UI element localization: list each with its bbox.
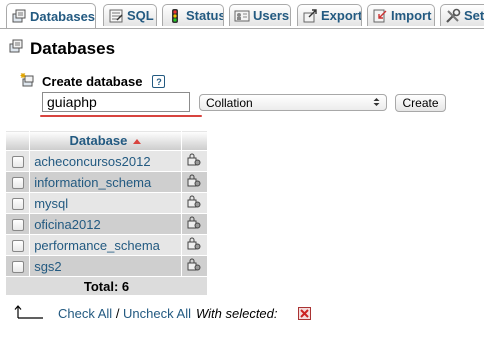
- database-name-link[interactable]: mysql: [29, 192, 182, 214]
- tab-settings-label: Set: [464, 8, 484, 23]
- select-arrows-icon: [373, 96, 380, 110]
- tab-import-label: Import: [391, 8, 432, 23]
- total-count: Total: 6: [5, 276, 208, 296]
- tab-bar-divider: [0, 28, 484, 29]
- table-header-row: Database: [4, 130, 209, 151]
- tab-export[interactable]: Export: [297, 4, 362, 26]
- database-name-link[interactable]: acheconcursos2012: [29, 150, 182, 172]
- tab-databases[interactable]: Databases: [6, 3, 96, 28]
- check-privileges-icon[interactable]: [187, 174, 201, 191]
- create-database-heading: Create database ?: [20, 72, 166, 91]
- databases-icon: [8, 38, 24, 59]
- check-all-link[interactable]: Check All: [58, 306, 112, 321]
- settings-icon: [445, 8, 461, 24]
- row-checkbox[interactable]: [11, 198, 24, 211]
- check-privileges-icon[interactable]: [187, 216, 201, 233]
- page-title-text: Databases: [30, 38, 116, 58]
- database-name-link[interactable]: performance_schema: [29, 234, 182, 256]
- create-database-label: Create database: [42, 74, 143, 89]
- check-privileges-icon[interactable]: [187, 153, 201, 170]
- row-checkbox[interactable]: [11, 219, 24, 232]
- row-checkbox[interactable]: [11, 240, 24, 253]
- databases-table: Database acheconcursos2012 information_s…: [4, 130, 209, 296]
- check-privileges-icon[interactable]: [187, 237, 201, 254]
- tab-status-label: Status: [186, 8, 224, 23]
- tab-status[interactable]: Status: [162, 4, 224, 26]
- import-icon: [372, 8, 388, 24]
- table-row: information_schema: [4, 171, 209, 193]
- tab-users[interactable]: Users: [229, 4, 291, 26]
- database-name-link[interactable]: oficina2012: [29, 213, 182, 235]
- header-checkbox-cell: [4, 130, 31, 151]
- database-rows: acheconcursos2012 information_schema mys…: [4, 150, 209, 277]
- with-selected-label: With selected:: [195, 306, 278, 321]
- header-action-cell: [180, 130, 209, 151]
- tab-users-label: Users: [253, 8, 290, 23]
- link-separator: /: [112, 306, 124, 321]
- page-title: Databases: [8, 38, 115, 59]
- sort-ascending-icon: [133, 139, 142, 145]
- bulk-actions-bar: Check All / Uncheck All With selected:: [14, 305, 278, 322]
- tab-sql-label: SQL: [127, 8, 154, 23]
- tab-sql[interactable]: SQL: [103, 4, 157, 26]
- check-privileges-icon[interactable]: [187, 195, 201, 212]
- table-row: performance_schema: [4, 234, 209, 256]
- table-row: oficina2012: [4, 213, 209, 235]
- drop-database-icon[interactable]: [298, 307, 311, 320]
- databases-icon: [11, 8, 27, 24]
- main-tab-bar: Databases SQL Status Users Export Import: [0, 0, 484, 29]
- status-icon: [167, 8, 183, 24]
- database-name-link[interactable]: information_schema: [29, 171, 182, 193]
- table-row: acheconcursos2012: [4, 150, 209, 172]
- row-checkbox[interactable]: [11, 261, 24, 274]
- new-database-icon: [20, 72, 36, 91]
- users-icon: [234, 8, 250, 24]
- database-name-input[interactable]: [42, 92, 190, 112]
- tab-settings[interactable]: Set: [440, 4, 484, 26]
- uncheck-all-link[interactable]: Uncheck All: [123, 306, 191, 321]
- collation-select[interactable]: Collation: [199, 94, 387, 111]
- check-privileges-icon[interactable]: [187, 258, 201, 275]
- tab-databases-label: Databases: [30, 8, 96, 24]
- database-name-link[interactable]: sgs2: [29, 255, 182, 277]
- create-button[interactable]: Create: [395, 94, 446, 112]
- row-checkbox[interactable]: [11, 177, 24, 190]
- table-row: sgs2: [4, 255, 209, 277]
- sql-icon: [108, 8, 124, 24]
- collation-select-value: Collation: [206, 95, 253, 110]
- tab-export-label: Export: [321, 8, 362, 23]
- row-checkbox[interactable]: [11, 156, 24, 169]
- table-footer-row: Total: 6: [5, 276, 208, 296]
- help-icon[interactable]: ?: [152, 75, 166, 88]
- select-arrow-icon: [14, 305, 44, 322]
- highlight-underline: [40, 115, 202, 117]
- sort-by-database-header[interactable]: Database: [29, 130, 182, 151]
- export-icon: [302, 8, 318, 24]
- header-database-label: Database: [69, 133, 128, 148]
- table-row: mysql: [4, 192, 209, 214]
- tab-import[interactable]: Import: [367, 4, 435, 26]
